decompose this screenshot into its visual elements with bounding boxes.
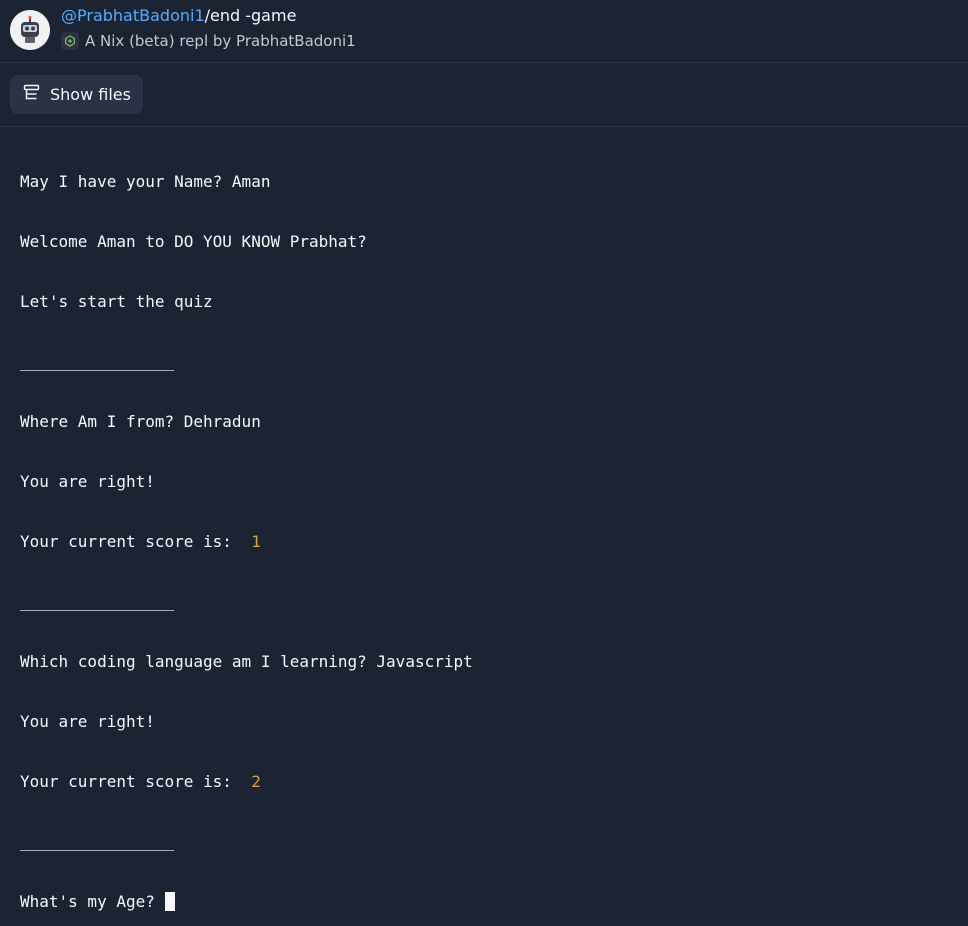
separator-line: ________________ (20, 352, 175, 371)
repl-subtitle: A Nix (beta) repl by PrabhatBadoni1 (85, 32, 356, 50)
score-label: Your current score is: (20, 532, 252, 551)
score-line: Your current score is: 2 (20, 772, 473, 792)
console-line: Which coding language am I learning? Jav… (20, 652, 473, 671)
robot-avatar-icon[interactable] (10, 10, 50, 50)
console-line: You are right! (20, 712, 155, 731)
show-files-button[interactable]: Show files (10, 75, 143, 114)
separator-line: ________________ (20, 832, 175, 851)
score-value: 2 (251, 772, 261, 791)
console-line: You are right! (20, 472, 155, 491)
console-line: Let's start the quiz (20, 292, 213, 311)
show-files-label: Show files (50, 85, 131, 104)
repl-header: @PrabhatBadoni1/end -game A Nix (beta) r… (0, 0, 968, 63)
toolbar: Show files (0, 63, 968, 127)
nix-icon (61, 32, 79, 50)
text-cursor[interactable] (164, 892, 175, 911)
separator-line: ________________ (20, 592, 175, 611)
score-label: Your current score is: (20, 772, 252, 791)
console-line: Where Am I from? Dehradun (20, 412, 261, 431)
input-prompt-line[interactable]: What's my Age? (20, 892, 473, 912)
repl-subtitle-row: A Nix (beta) repl by PrabhatBadoni1 (61, 31, 356, 51)
console-line: Welcome Aman to DO YOU KNOW Prabhat? (20, 232, 367, 251)
repl-title: @PrabhatBadoni1/end -game (61, 5, 296, 27)
repl-name: /end -game (204, 6, 297, 25)
console-output[interactable]: May I have your Name? Aman Welcome Aman … (0, 127, 968, 911)
files-icon (23, 84, 40, 105)
score-value: 1 (251, 532, 261, 551)
age-prompt: What's my Age? (20, 892, 165, 911)
owner-link[interactable]: @PrabhatBadoni1 (61, 6, 205, 25)
console-line: May I have your Name? Aman (20, 172, 271, 191)
score-line: Your current score is: 1 (20, 532, 473, 552)
